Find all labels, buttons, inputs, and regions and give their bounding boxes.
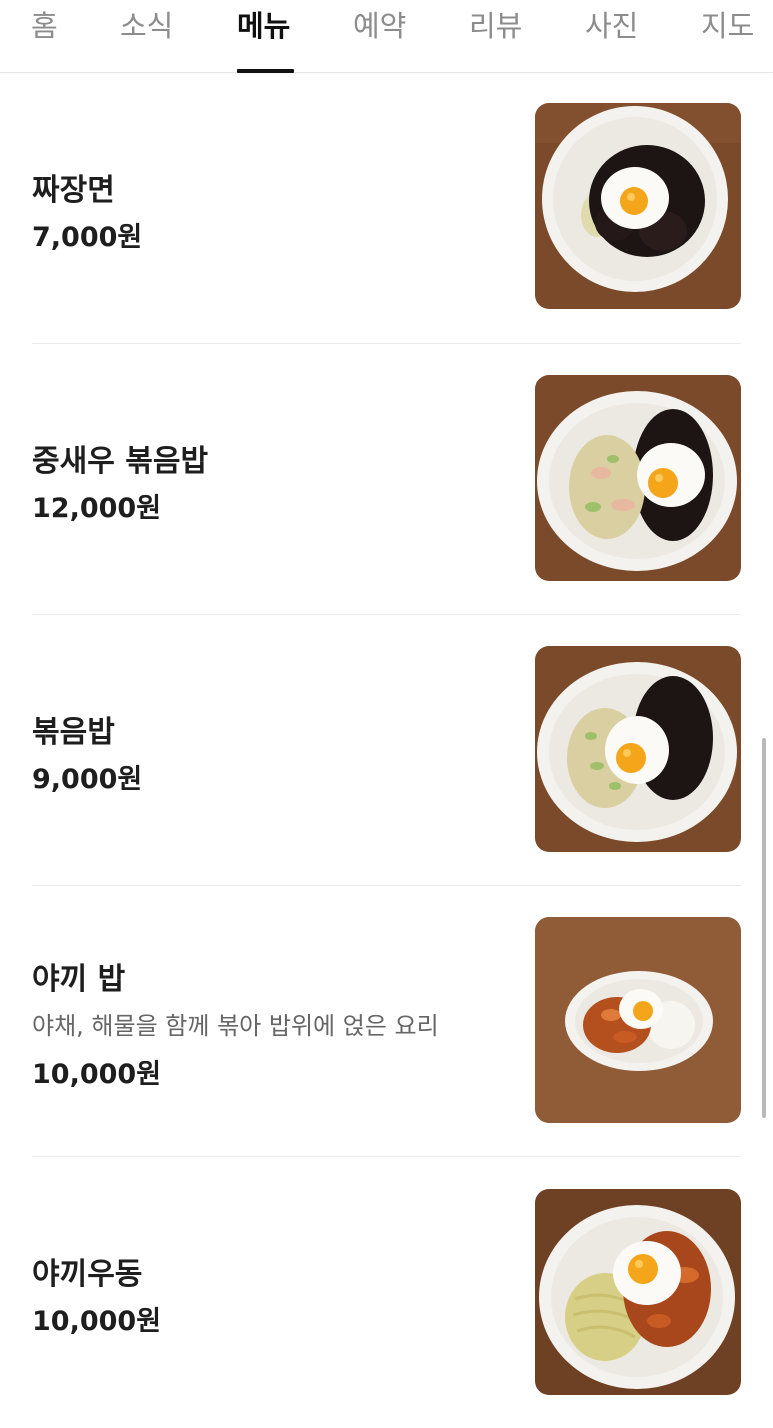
tab-menu[interactable]: 메뉴 [237, 4, 290, 72]
tab-news[interactable]: 소식 [120, 4, 173, 72]
menu-item-price: 10,000원 [32, 1306, 162, 1337]
tab-bar: 홈 소식 메뉴 예약 리뷰 사진 지도 [0, 0, 773, 73]
menu-item-name: 짜장면 [32, 173, 115, 208]
menu-item-price: 7,000원 [32, 222, 143, 253]
menu-item-name: 중새우 볶음밥 [32, 444, 209, 479]
shrimp-fried-rice-photo-icon[interactable] [535, 375, 741, 581]
fried-rice-photo-icon[interactable] [535, 646, 741, 852]
tab-map[interactable]: 지도 [701, 4, 754, 72]
jajangmyeon-photo-icon[interactable] [535, 103, 741, 309]
yakki-rice-photo-icon[interactable] [535, 917, 741, 1123]
menu-item-jajangmyeon[interactable]: 짜장면 7,000원 [0, 73, 773, 344]
menu-item-yakki-rice[interactable]: 야끼 밥 야채, 해물을 함께 볶아 밥위에 얹은 요리 10,000원 [0, 886, 773, 1157]
menu-item-shrimp-fried-rice[interactable]: 중새우 볶음밥 12,000원 [0, 344, 773, 615]
menu-item-price: 9,000원 [32, 764, 143, 795]
tab-photos[interactable]: 사진 [585, 4, 638, 72]
menu-item-name: 야끼 밥 [32, 962, 126, 997]
menu-item-name: 볶음밥 [32, 715, 115, 750]
menu-item-description: 야채, 해물을 함께 볶아 밥위에 얹은 요리 [32, 1012, 439, 1040]
tab-reservation[interactable]: 예약 [353, 4, 406, 72]
yakki-udon-photo-icon[interactable] [535, 1189, 741, 1395]
menu-item-fried-rice[interactable]: 볶음밥 9,000원 [0, 615, 773, 886]
tab-home[interactable]: 홈 [31, 4, 58, 72]
scrollbar[interactable] [762, 738, 766, 1118]
tab-reviews[interactable]: 리뷰 [469, 4, 522, 72]
menu-item-name: 야끼우동 [32, 1257, 143, 1292]
active-tab-indicator [237, 69, 294, 73]
menu-item-price: 10,000원 [32, 1059, 162, 1090]
menu-item-yakki-udon[interactable]: 야끼우동 10,000원 [0, 1157, 773, 1428]
menu-item-price: 12,000원 [32, 493, 162, 524]
